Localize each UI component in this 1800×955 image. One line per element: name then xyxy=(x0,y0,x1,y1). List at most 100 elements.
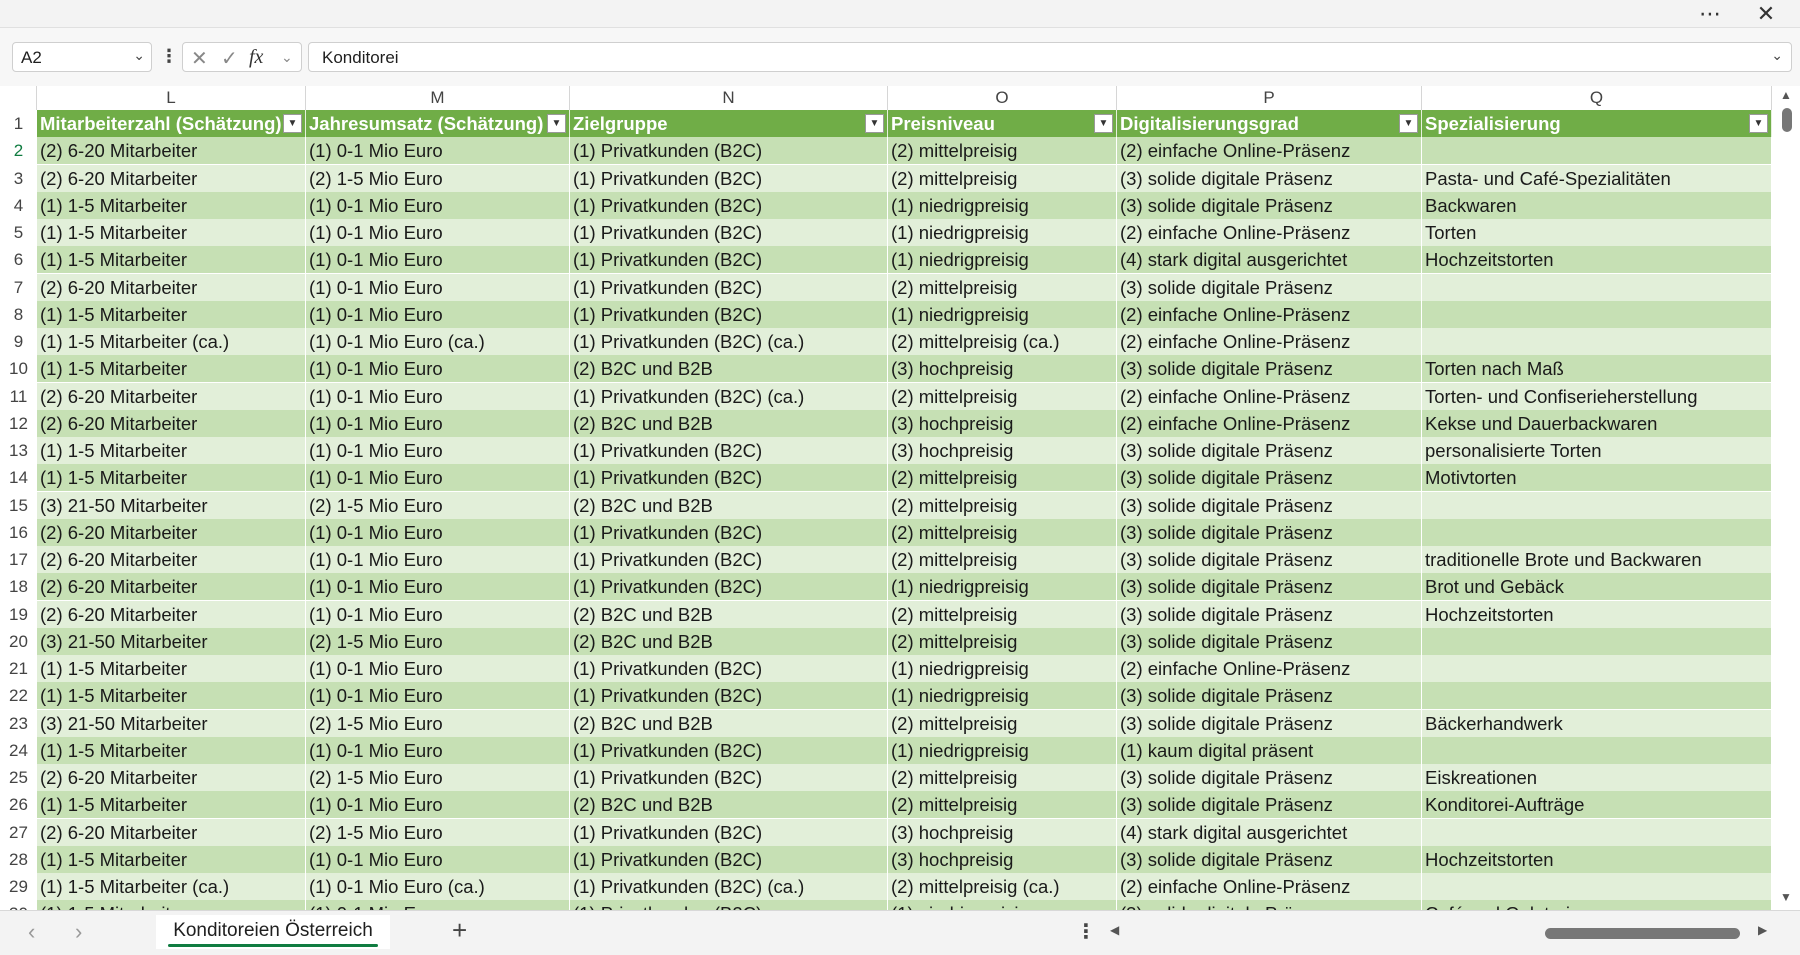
table-cell[interactable]: (2) B2C und B2B xyxy=(570,600,888,628)
row-number[interactable]: 5 xyxy=(0,219,37,246)
scroll-right-icon[interactable]: ▶ xyxy=(1758,923,1767,937)
table-cell[interactable] xyxy=(1422,627,1772,655)
table-cell[interactable] xyxy=(1422,655,1772,682)
table-cell[interactable]: (2) einfache Online-Präsenz xyxy=(1117,137,1422,165)
row-number[interactable]: 23 xyxy=(0,710,37,737)
table-cell[interactable]: (1) 0-1 Mio Euro xyxy=(306,300,570,328)
horizontal-scrollbar[interactable]: ◀ ▶ xyxy=(1110,923,1770,943)
vertical-ellipsis-icon[interactable]: ⋮ xyxy=(1076,919,1096,944)
table-cell[interactable]: (1) 0-1 Mio Euro xyxy=(306,655,570,682)
table-cell[interactable]: (2) mittelpreisig (ca.) xyxy=(888,328,1117,355)
ellipsis-icon[interactable]: ⋯ xyxy=(1690,1,1730,26)
table-cell[interactable]: (1) kaum digital präsent xyxy=(1117,736,1422,764)
table-cell[interactable]: (1) Privatkunden (B2C) xyxy=(570,764,888,791)
table-cell[interactable]: (1) Privatkunden (B2C) xyxy=(570,137,888,165)
filter-dropdown-icon[interactable]: ▼ xyxy=(1749,114,1768,133)
table-cell[interactable] xyxy=(1422,736,1772,764)
table-cell[interactable]: (3) 21-50 Mitarbeiter xyxy=(37,491,306,519)
table-cell[interactable]: (3) solide digitale Präsenz xyxy=(1117,900,1422,910)
table-cell[interactable]: (1) 1-5 Mitarbeiter xyxy=(37,655,306,682)
horizontal-scroll-thumb[interactable] xyxy=(1545,928,1740,939)
row-number[interactable]: 19 xyxy=(0,601,37,628)
spreadsheet-grid[interactable]: L M N O P Q 1 Mitarbeiterzahl (Schätzung) ▼ Jahre… xyxy=(0,86,1800,910)
table-cell[interactable]: (1) Privatkunden (B2C) (ca.) xyxy=(570,328,888,355)
table-cell[interactable]: (1) 1-5 Mitarbeiter xyxy=(37,355,306,383)
table-cell[interactable]: (3) solide digitale Präsenz xyxy=(1117,573,1422,601)
table-cell[interactable]: (3) solide digitale Präsenz xyxy=(1117,845,1422,873)
table-header-cell[interactable]: Zielgruppe ▼ xyxy=(570,110,888,137)
table-cell[interactable]: (1) 0-1 Mio Euro xyxy=(306,437,570,464)
table-cell[interactable]: (2) mittelpreisig xyxy=(888,627,1117,655)
table-cell[interactable]: (1) Privatkunden (B2C) xyxy=(570,246,888,274)
add-sheet-button[interactable]: + xyxy=(452,915,467,946)
table-cell[interactable]: (1) 1-5 Mitarbeiter xyxy=(37,246,306,274)
table-cell[interactable]: (1) niedrigpreisig xyxy=(888,900,1117,910)
table-cell[interactable]: (1) Privatkunden (B2C) xyxy=(570,818,888,846)
row-number[interactable]: 16 xyxy=(0,519,37,546)
table-cell[interactable]: (1) Privatkunden (B2C) (ca.) xyxy=(570,382,888,410)
row-number[interactable]: 25 xyxy=(0,764,37,791)
row-number[interactable]: 15 xyxy=(0,492,37,519)
row-number[interactable]: 24 xyxy=(0,737,37,764)
table-cell[interactable]: Kekse und Dauerbackwaren xyxy=(1422,409,1772,437)
table-cell[interactable]: (3) hochpreisig xyxy=(888,409,1117,437)
table-cell[interactable]: (1) 1-5 Mitarbeiter xyxy=(37,845,306,873)
column-letter-q[interactable]: Q xyxy=(1422,86,1772,110)
table-cell[interactable]: (3) solide digitale Präsenz xyxy=(1117,191,1422,219)
column-letter-l[interactable]: L xyxy=(37,86,306,110)
table-cell[interactable] xyxy=(1422,491,1772,519)
table-cell[interactable]: (2) 6-20 Mitarbeiter xyxy=(37,382,306,410)
filter-dropdown-icon[interactable]: ▼ xyxy=(283,114,302,133)
filter-dropdown-icon[interactable]: ▼ xyxy=(865,114,884,133)
column-letter-o[interactable]: O xyxy=(888,86,1117,110)
filter-dropdown-icon[interactable]: ▼ xyxy=(1399,114,1418,133)
table-cell[interactable]: (1) niedrigpreisig xyxy=(888,682,1117,710)
table-cell[interactable]: personalisierte Torten xyxy=(1422,437,1772,464)
table-cell[interactable]: (1) Privatkunden (B2C) xyxy=(570,655,888,682)
table-cell[interactable]: (1) 0-1 Mio Euro xyxy=(306,382,570,410)
table-cell[interactable]: (2) B2C und B2B xyxy=(570,709,888,737)
table-cell[interactable]: (2) mittelpreisig xyxy=(888,764,1117,791)
table-cell[interactable]: (1) 0-1 Mio Euro xyxy=(306,273,570,301)
table-cell[interactable]: Hochzeitstorten xyxy=(1422,845,1772,873)
table-cell[interactable]: (3) solide digitale Präsenz xyxy=(1117,791,1422,819)
table-cell[interactable]: (2) mittelpreisig xyxy=(888,518,1117,546)
table-cell[interactable]: (2) einfache Online-Präsenz xyxy=(1117,409,1422,437)
table-cell[interactable]: (3) solide digitale Präsenz xyxy=(1117,273,1422,301)
table-cell[interactable]: (2) mittelpreisig xyxy=(888,137,1117,165)
table-cell[interactable]: (1) 0-1 Mio Euro xyxy=(306,464,570,492)
table-cell[interactable]: (1) 0-1 Mio Euro xyxy=(306,736,570,764)
column-letter-m[interactable]: M xyxy=(306,86,570,110)
table-cell[interactable]: (2) einfache Online-Präsenz xyxy=(1117,219,1422,246)
table-cell[interactable]: traditionelle Brote und Backwaren xyxy=(1422,546,1772,573)
table-cell[interactable]: (3) 21-50 Mitarbeiter xyxy=(37,627,306,655)
table-cell[interactable]: (1) 0-1 Mio Euro xyxy=(306,219,570,246)
table-cell[interactable]: (1) niedrigpreisig xyxy=(888,191,1117,219)
table-cell[interactable]: (1) 1-5 Mitarbeiter xyxy=(37,191,306,219)
table-cell[interactable]: (3) hochpreisig xyxy=(888,818,1117,846)
table-cell[interactable]: (1) 0-1 Mio Euro xyxy=(306,791,570,819)
table-cell[interactable] xyxy=(1422,137,1772,165)
table-cell[interactable] xyxy=(1422,300,1772,328)
row-number[interactable]: 3 xyxy=(0,165,37,192)
row-number[interactable]: 30 xyxy=(0,900,37,910)
scroll-left-icon[interactable]: ◀ xyxy=(1110,923,1119,937)
table-cell[interactable]: (3) solide digitale Präsenz xyxy=(1117,518,1422,546)
table-cell[interactable]: (1) niedrigpreisig xyxy=(888,573,1117,601)
table-cell[interactable]: (1) 1-5 Mitarbeiter (ca.) xyxy=(37,328,306,355)
table-cell[interactable]: (1) Privatkunden (B2C) (ca.) xyxy=(570,873,888,900)
table-cell[interactable]: (2) B2C und B2B xyxy=(570,355,888,383)
table-cell[interactable]: (3) solide digitale Präsenz xyxy=(1117,709,1422,737)
table-cell[interactable]: (1) 0-1 Mio Euro xyxy=(306,845,570,873)
table-cell[interactable]: (2) B2C und B2B xyxy=(570,791,888,819)
filter-dropdown-icon[interactable]: ▼ xyxy=(547,114,566,133)
table-cell[interactable]: Café und Gelateria xyxy=(1422,900,1772,910)
column-letter-p[interactable]: P xyxy=(1117,86,1422,110)
table-cell[interactable]: (1) Privatkunden (B2C) xyxy=(570,300,888,328)
table-cell[interactable]: (3) solide digitale Präsenz xyxy=(1117,464,1422,492)
name-box[interactable]: A2 ⌄ xyxy=(12,42,152,72)
row-number[interactable]: 27 xyxy=(0,819,37,846)
table-cell[interactable] xyxy=(1422,682,1772,710)
table-cell[interactable]: (2) 1-5 Mio Euro xyxy=(306,709,570,737)
table-cell[interactable]: Brot und Gebäck xyxy=(1422,573,1772,601)
